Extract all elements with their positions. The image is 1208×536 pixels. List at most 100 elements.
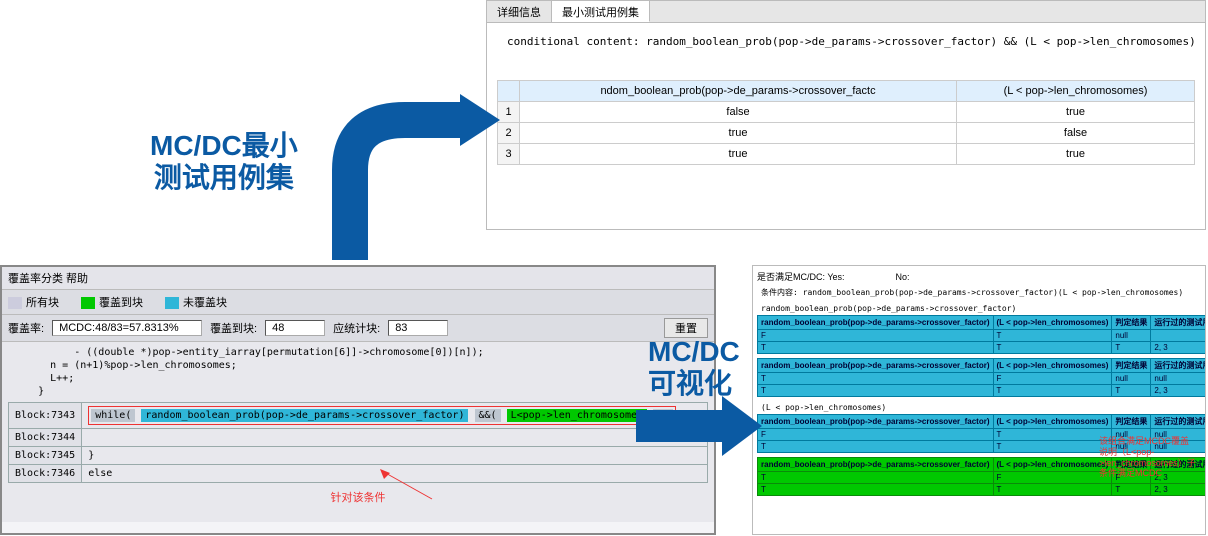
block-row: Block:7344 xyxy=(9,429,708,447)
th: random_boolean_prob(pop->de_params->cros… xyxy=(758,359,994,373)
coverage-legend: 所有块 覆盖到块 未覆盖块 xyxy=(2,290,714,315)
vis-sub1: random_boolean_prob(pop->de_params->cros… xyxy=(761,304,1201,313)
block-text: } xyxy=(82,447,708,465)
op-and: &&( xyxy=(475,409,501,422)
cell: T xyxy=(758,472,994,484)
cell: false xyxy=(520,102,957,123)
block-label: Block:7343 xyxy=(9,403,82,429)
cell: F xyxy=(758,429,994,441)
cell: T xyxy=(993,441,1112,453)
label-line: MC/DC最小 xyxy=(150,130,298,162)
vis-note: 该组合满足MCDC覆盖 说明（L<pop->len_chromosomes）子条… xyxy=(1099,436,1199,479)
cell: T xyxy=(758,373,994,385)
coverage-panel: 覆盖率分类 帮助 所有块 覆盖到块 未覆盖块 覆盖率: MCDC:48/83=5… xyxy=(0,265,716,535)
mcdc-visualization-panel: 是否满足MC/DC: Yes: No: 条件内容: random_boolean… xyxy=(752,265,1206,535)
vis-header: 是否满足MC/DC: Yes: No: xyxy=(757,270,1201,283)
yes-label: Yes: xyxy=(827,272,844,282)
cell: F xyxy=(758,330,994,342)
vis-cond-text: random_boolean_prob(pop->de_params->cros… xyxy=(803,288,1184,297)
conditional-expr: random_boolean_prob(pop->de_params->cros… xyxy=(646,35,1196,48)
vis-sub2: (L < pop->len_chromosomes) xyxy=(761,403,1201,412)
block-label: Block:7345 xyxy=(9,447,82,465)
conditional-content: conditional content: random_boolean_prob… xyxy=(487,23,1205,52)
block-text: else xyxy=(82,465,708,483)
cell xyxy=(1151,330,1206,342)
reset-button[interactable]: 重置 xyxy=(664,318,708,338)
th-cond2: (L < pop->len_chromosomes) xyxy=(957,81,1195,102)
arrow-right-icon xyxy=(636,396,762,456)
cell: true xyxy=(957,102,1195,123)
cell: F xyxy=(993,472,1112,484)
src-line: - ((double *)pop->entity_iarray[permutat… xyxy=(8,346,708,359)
vis-cond: 条件内容: random_boolean_prob(pop->de_params… xyxy=(761,287,1201,298)
label-line: MC/DC xyxy=(648,336,740,368)
th: 运行过的测试用例 xyxy=(1151,316,1206,330)
cell: T xyxy=(993,484,1112,496)
label-mcdc-vis: MC/DC 可视化 xyxy=(648,336,740,400)
th: 运行过的测试用例 xyxy=(1151,359,1206,373)
cell: T xyxy=(993,385,1112,397)
cell: T xyxy=(758,385,994,397)
cell: true xyxy=(957,144,1195,165)
label-mcdc-min-set: MC/DC最小 测试用例集 xyxy=(150,130,298,194)
cell: false xyxy=(957,123,1195,144)
conditional-label: conditional content: xyxy=(507,35,639,48)
legend-uncovered-swatch xyxy=(165,297,179,309)
coverage-menu[interactable]: 覆盖率分类 帮助 xyxy=(2,267,714,290)
coverage-stats: 覆盖率: MCDC:48/83=57.8313% 覆盖到块: 48 应统计块: … xyxy=(2,315,714,342)
cell: true xyxy=(520,144,957,165)
cell: T xyxy=(1112,385,1151,397)
while-prefix: while( xyxy=(91,409,135,422)
source-area: - ((double *)pop->entity_iarray[permutat… xyxy=(2,342,714,522)
block-text xyxy=(82,429,708,447)
cell: T xyxy=(1112,342,1151,354)
cell: 2, 3 xyxy=(1151,342,1206,354)
label-line: 测试用例集 xyxy=(150,162,298,194)
total-label: 应统计块: xyxy=(333,320,380,336)
th: 判定结果 xyxy=(1112,415,1151,429)
cond1: random_boolean_prob(pop->de_params->cros… xyxy=(141,409,468,422)
cell: F xyxy=(993,373,1112,385)
vis-cond-label: 条件内容: xyxy=(761,288,798,297)
tab-min-testcases[interactable]: 最小测试用例集 xyxy=(552,1,650,22)
th: (L < pop->len_chromosomes) xyxy=(993,316,1112,330)
cell: null xyxy=(1112,330,1151,342)
block-row: Block:7346 else xyxy=(9,465,708,483)
th: (L < pop->len_chromosomes) xyxy=(993,458,1112,472)
src-line: L++; xyxy=(8,372,708,385)
callout-text: 针对该条件 xyxy=(8,489,708,505)
legend-all-swatch xyxy=(8,297,22,309)
block-label: Block:7346 xyxy=(9,465,82,483)
th: 判定结果 xyxy=(1112,316,1151,330)
th: random_boolean_prob(pop->de_params->cros… xyxy=(758,415,994,429)
arrow-curved-icon xyxy=(310,50,510,270)
cell: T xyxy=(758,484,994,496)
rate-value: MCDC:48/83=57.8313% xyxy=(52,320,202,336)
legend-covered: 覆盖到块 xyxy=(99,297,143,309)
vis-head-label: 是否满足MC/DC: xyxy=(757,272,825,282)
mini-table-1: random_boolean_prob(pop->de_params->cros… xyxy=(757,315,1206,354)
th: random_boolean_prob(pop->de_params->cros… xyxy=(758,316,994,330)
covered-value: 48 xyxy=(265,320,325,336)
legend-covered-swatch xyxy=(81,297,95,309)
cell: 2, 3 xyxy=(1151,484,1206,496)
table-row: 1 false true xyxy=(498,102,1195,123)
th: 运行过的测试用例 xyxy=(1151,415,1206,429)
src-line: n = (n+1)%pop->len_chromosomes; xyxy=(8,359,708,372)
minimal-testcase-panel: 详细信息 最小测试用例集 conditional content: random… xyxy=(486,0,1206,230)
th: (L < pop->len_chromosomes) xyxy=(993,415,1112,429)
rate-label: 覆盖率: xyxy=(8,320,44,336)
block-row: Block:7345 } xyxy=(9,447,708,465)
cell: T xyxy=(993,330,1112,342)
th: 判定结果 xyxy=(1112,359,1151,373)
cell: T xyxy=(993,342,1112,354)
mini-table-2: random_boolean_prob(pop->de_params->cros… xyxy=(757,358,1206,397)
cell: null xyxy=(1112,373,1151,385)
cell: T xyxy=(758,342,994,354)
cond2: L<pop->len_chromosomes xyxy=(507,409,647,422)
table-row: 2 true false xyxy=(498,123,1195,144)
cell: T xyxy=(1112,484,1151,496)
th: random_boolean_prob(pop->de_params->cros… xyxy=(758,458,994,472)
tab-detail[interactable]: 详细信息 xyxy=(487,1,552,22)
legend-uncovered: 未覆盖块 xyxy=(183,297,227,309)
